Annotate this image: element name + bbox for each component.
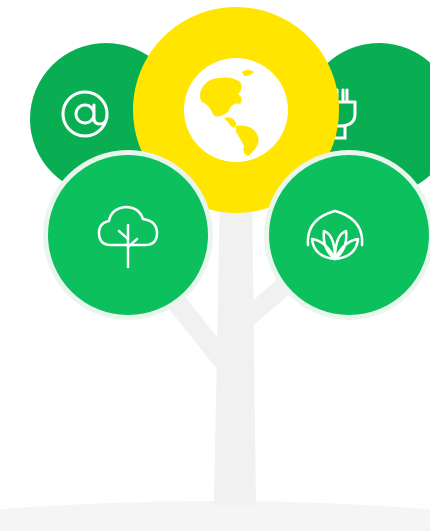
at-sign-icon [61, 90, 109, 138]
tree-icon [97, 205, 159, 269]
plant-bubble[interactable] [264, 150, 430, 320]
leaf-sprout-icon [306, 209, 364, 261]
globe-americas-icon [200, 70, 259, 156]
tree-bubble[interactable] [43, 150, 213, 320]
trunk [214, 190, 256, 505]
tree-illustration [0, 0, 430, 531]
ground-shape [0, 501, 430, 531]
globe-disc [184, 58, 288, 162]
